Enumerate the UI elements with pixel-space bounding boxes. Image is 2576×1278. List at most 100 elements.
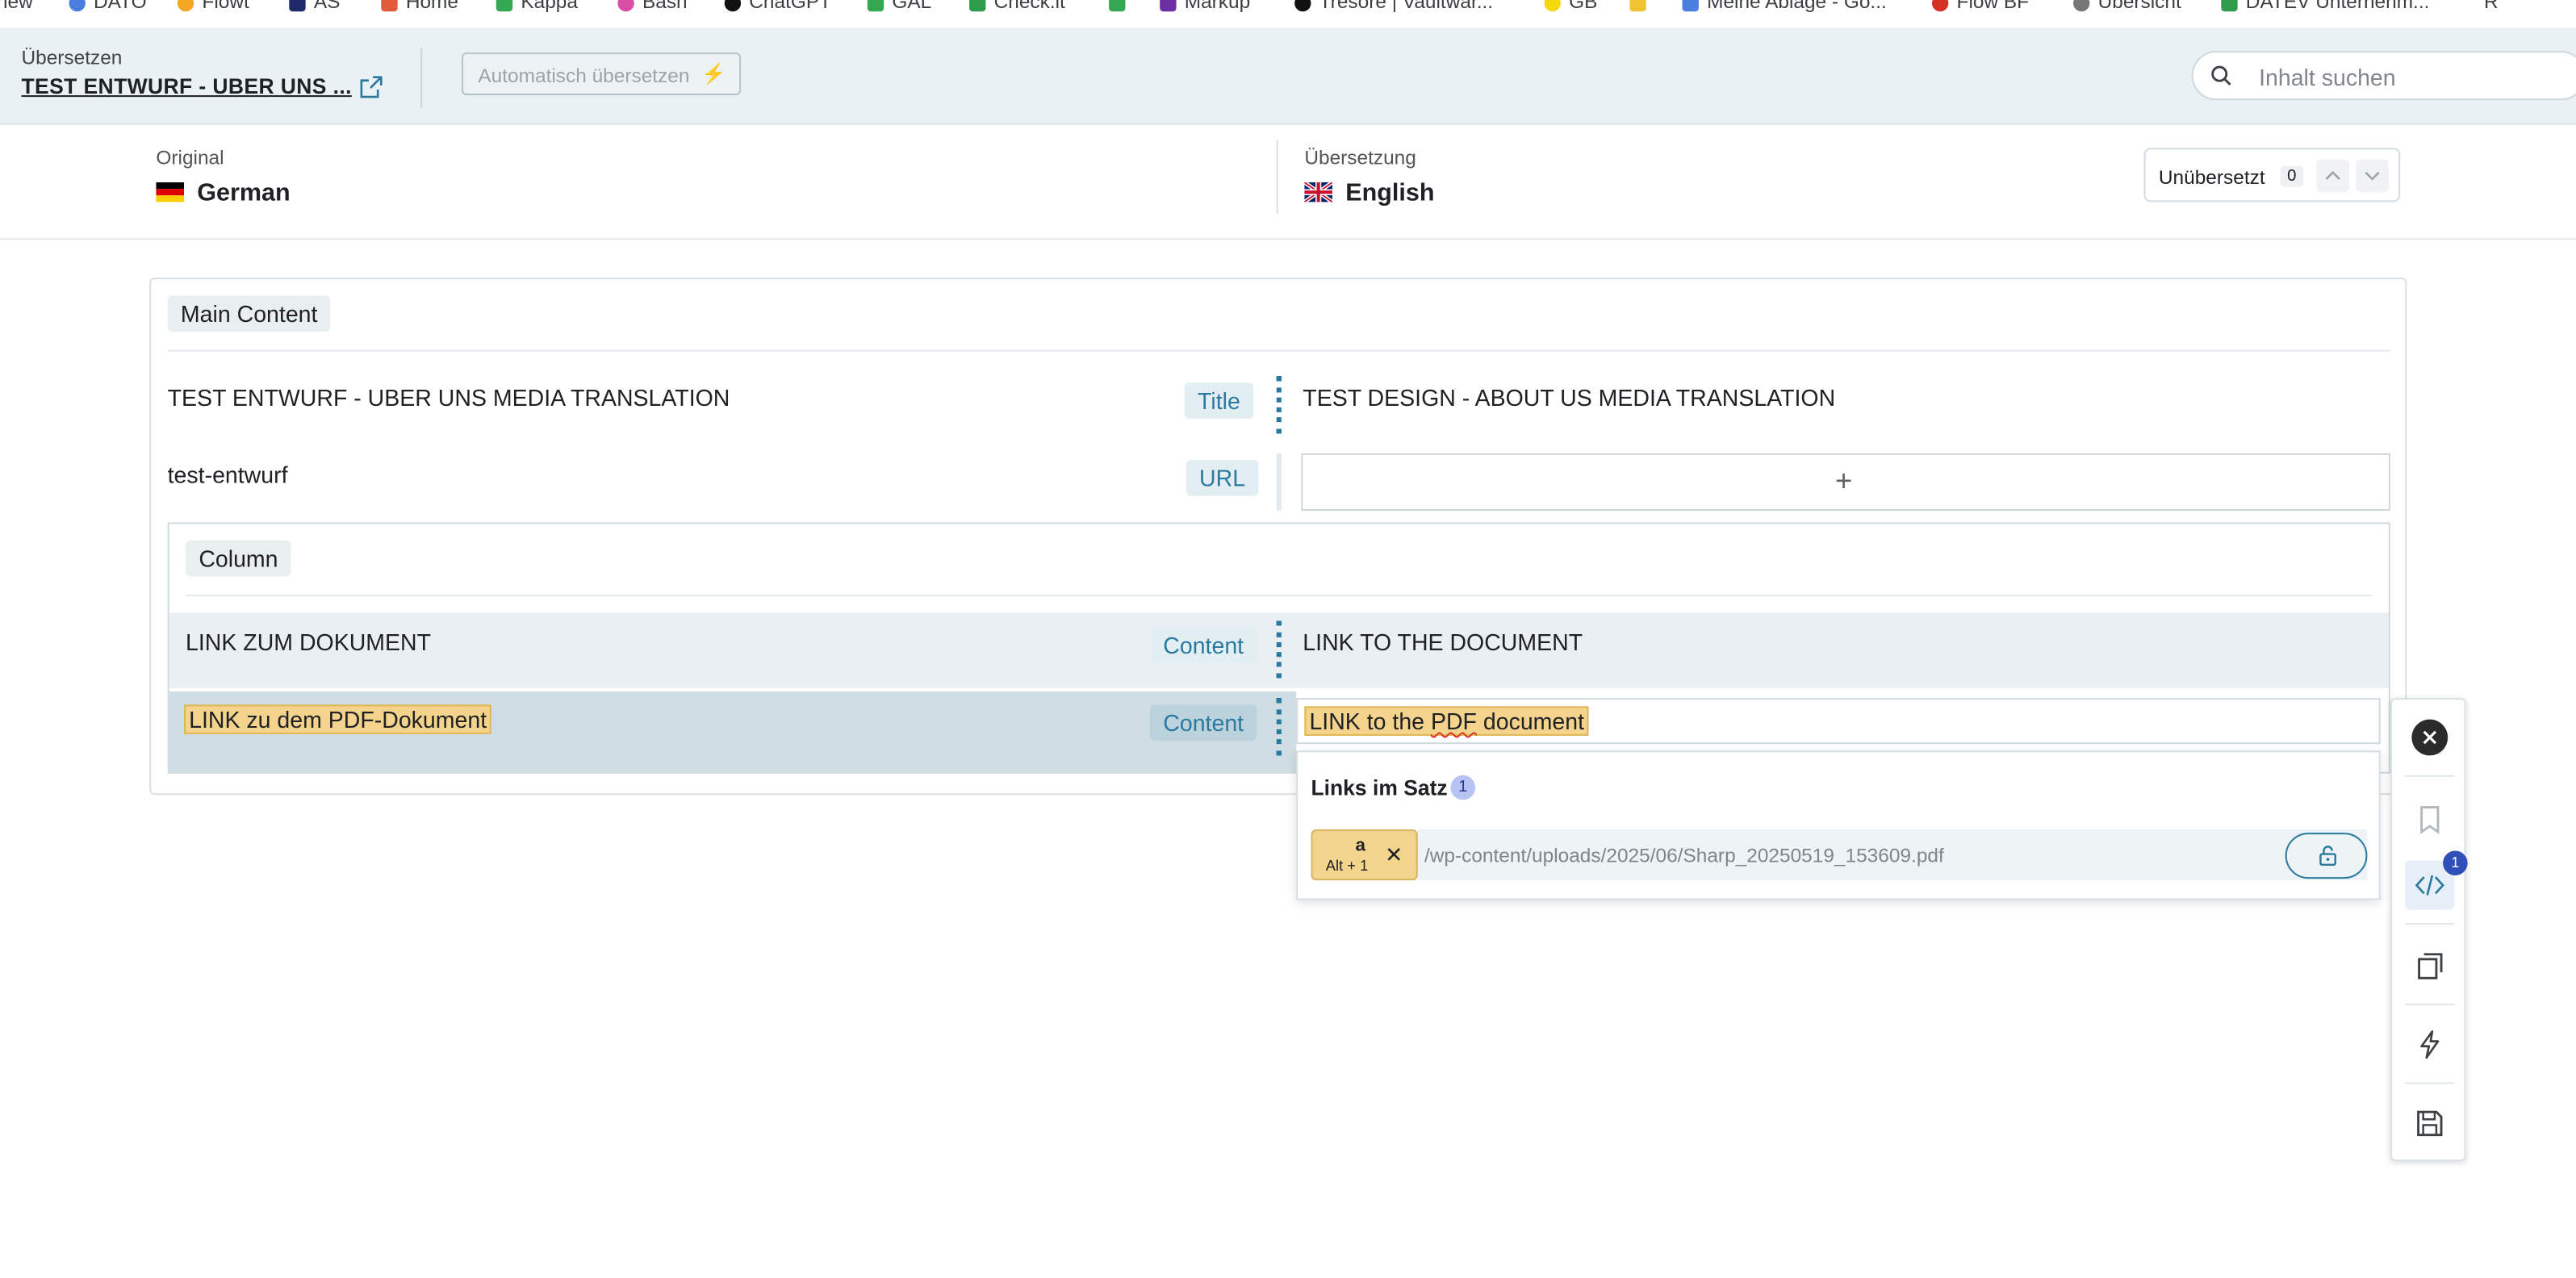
chevron-down-icon (2365, 171, 2380, 181)
close-icon (2423, 730, 2437, 745)
bookmark[interactable]: Meine Ablage - Go... (1682, 0, 1887, 13)
link-url-field[interactable]: /wp-content/uploads/2025/06/Sharp_202505… (1417, 829, 2368, 881)
lock-icon (2319, 846, 2336, 867)
bookmark[interactable]: Check.it (969, 0, 1065, 13)
bookmark[interactable]: Kappa (496, 0, 578, 13)
bookmark[interactable]: R (2484, 0, 2499, 13)
translation-language: English (1345, 178, 1435, 207)
translation-editor[interactable]: LINK to the PDF document (1296, 698, 2381, 745)
section-divider (167, 349, 2390, 352)
bookmark-icon (617, 0, 634, 11)
auto-translate-button[interactable]: Automatisch übersetzen ⚡ (462, 52, 742, 96)
bookmark[interactable]: Markup (1160, 0, 1250, 13)
toolbar-divider (2405, 775, 2455, 777)
untranslated-count: 0 (2280, 165, 2304, 188)
links-count-badge: 1 (1450, 775, 1476, 800)
copy-source-button[interactable] (2405, 941, 2454, 990)
editor-toolbar: 1 (2390, 698, 2468, 1162)
close-editor-button[interactable] (2411, 719, 2448, 756)
field-type-url: URL (1186, 459, 1259, 496)
bookmark-icon (496, 0, 513, 11)
previous-untranslated-button[interactable] (2316, 159, 2350, 193)
save-button[interactable] (2405, 1099, 2454, 1148)
link-tag-chip[interactable]: a Alt + 1 ✕ (1311, 829, 1418, 881)
tags-count-badge: 1 (2443, 850, 2468, 876)
source-content-active[interactable]: LINK zu dem PDF-Dokument (183, 704, 492, 734)
html-tags-button[interactable]: 1 (2405, 850, 2468, 910)
highlighted-link-text: LINK zu dem PDF-Dokument (183, 704, 492, 734)
toolbar-divider (2405, 1082, 2455, 1084)
bookmark[interactable] (1629, 0, 1654, 13)
search-input[interactable] (2256, 62, 2574, 92)
bookmark-icon (2420, 806, 2440, 834)
bookmarks-bar: new DATO Flowt AS Home Kappa Bash ChatGP… (0, 0, 2576, 30)
editor-text: LINK to the PDF document (1304, 706, 1590, 736)
original-language: German (197, 178, 291, 207)
bookmark[interactable]: AS (289, 0, 340, 13)
target-title[interactable]: TEST DESIGN - ABOUT US MEDIA TRANSLATION (1303, 384, 1835, 411)
auto-translate-segment-button[interactable] (2405, 1020, 2454, 1069)
bookmark-icon (867, 0, 884, 11)
section-label-main-content: Main Content (167, 295, 331, 332)
bookmark[interactable]: GB (1544, 0, 1597, 13)
bookmark[interactable]: Bash (617, 0, 688, 13)
bookmark[interactable]: DATO (69, 0, 147, 13)
plus-icon: + (1834, 465, 1853, 498)
bookmark[interactable]: GAL (867, 0, 931, 13)
page-title-link[interactable]: TEST ENTWURF - UBER UNS ... (21, 74, 351, 99)
bookmark[interactable]: new (0, 0, 33, 13)
german-flag-icon (156, 182, 184, 203)
bookmark-icon (1109, 0, 1126, 11)
lightning-icon (2420, 1030, 2440, 1059)
link-shortcut: Alt + 1 (1325, 857, 1369, 874)
next-untranslated-button[interactable] (2356, 159, 2389, 193)
untranslated-filter[interactable]: Unübersetzt 0 (2143, 148, 2401, 203)
bookmark-icon (177, 0, 194, 11)
field-type-title: Title (1184, 382, 1254, 420)
content-search[interactable] (2191, 51, 2576, 101)
copy-icon (2418, 953, 2443, 979)
bookmark[interactable]: Übersicht (2073, 0, 2181, 13)
section-divider (186, 594, 2373, 596)
source-content[interactable]: LINK ZUM DOKUMENT (186, 629, 431, 656)
auto-translate-label: Automatisch übersetzen (478, 64, 690, 87)
untranslated-label: Unübersetzt (2158, 165, 2265, 190)
bookmark-icon (2221, 0, 2238, 11)
bookmark[interactable]: Flow BF (1931, 0, 2029, 13)
toolbar-divider (2405, 1003, 2455, 1005)
bookmark[interactable]: Tresore | Vaultwar... (1294, 0, 1493, 13)
bookmark-icon (724, 0, 742, 11)
bookmark[interactable]: ChatGPT (724, 0, 831, 13)
bookmark-icon (289, 0, 306, 11)
remove-link-icon[interactable]: ✕ (1385, 842, 1403, 869)
link-url: /wp-content/uploads/2025/06/Sharp_202505… (1424, 844, 1944, 867)
bookmark[interactable] (1109, 0, 1134, 13)
field-type-content: Content (1149, 627, 1257, 664)
bookmark-icon (1544, 0, 1561, 11)
row-drag-handle[interactable] (1276, 620, 1286, 679)
row-drag-handle[interactable] (1276, 376, 1286, 434)
bookmark-icon (1682, 0, 1699, 11)
row-divider (1276, 453, 1286, 512)
code-icon (2415, 875, 2444, 896)
row-drag-handle[interactable] (1276, 698, 1286, 756)
source-url[interactable]: test-entwurf (168, 461, 288, 488)
target-content[interactable]: LINK TO THE DOCUMENT (1303, 629, 1583, 656)
original-label: Original (156, 146, 224, 169)
links-panel-title: Links im Satz (1311, 775, 1448, 800)
bookmark-button[interactable] (2405, 795, 2454, 844)
language-bar: Original German Übersetzung English Unüb… (0, 124, 2576, 240)
toolbar-divider (2405, 923, 2455, 925)
add-translation-button[interactable]: + (1301, 453, 2390, 512)
bookmark-icon (2073, 0, 2090, 11)
source-title[interactable]: TEST ENTWURF - UBER UNS MEDIA TRANSLATIO… (168, 384, 730, 411)
external-link-icon[interactable] (360, 76, 383, 98)
bookmark-icon (1294, 0, 1311, 11)
bookmark-icon (381, 0, 398, 11)
bookmark[interactable]: Flowt (177, 0, 249, 13)
bookmark-icon (1160, 0, 1177, 11)
bookmark[interactable]: DATEV Unternehm... (2221, 0, 2429, 13)
lock-link-button[interactable] (2285, 833, 2368, 879)
header-divider (420, 48, 423, 109)
bookmark[interactable]: Home (381, 0, 458, 13)
